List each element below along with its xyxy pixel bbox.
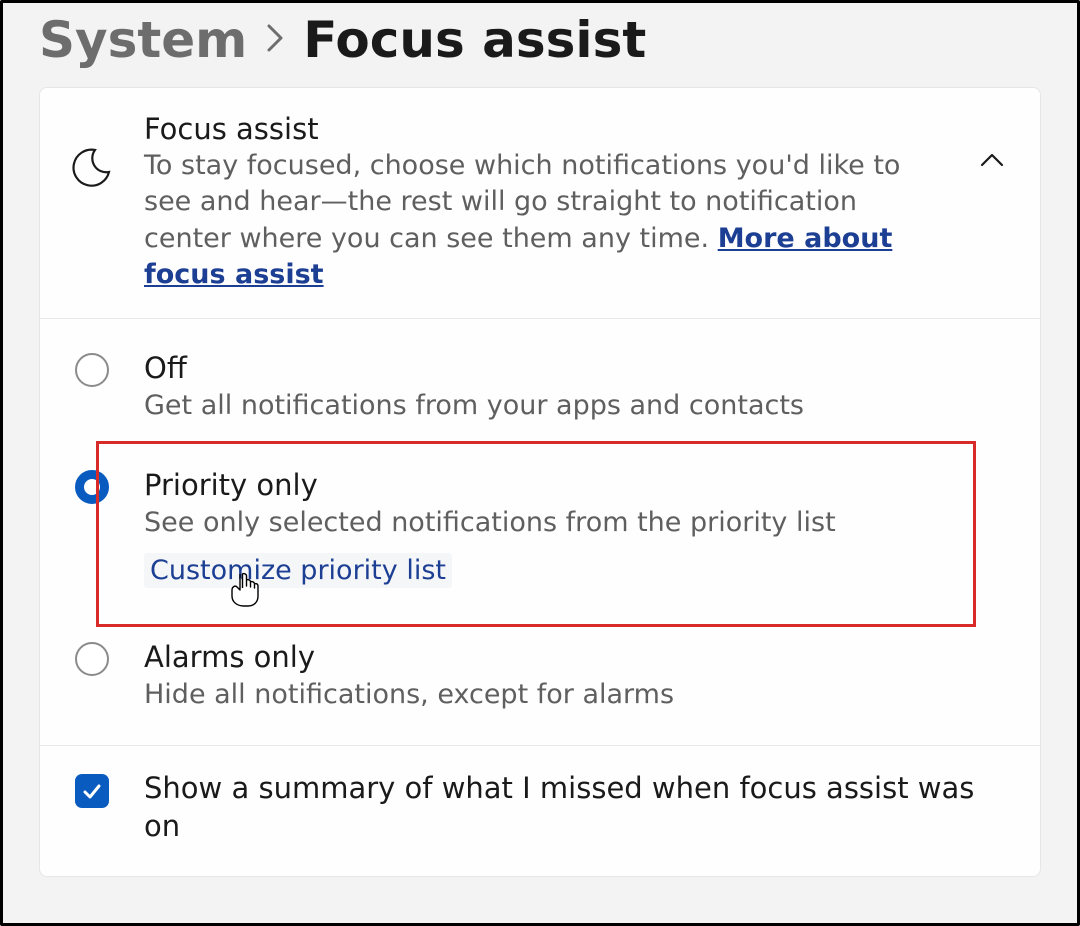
- option-title: Off: [144, 351, 1016, 386]
- page-title: Focus assist: [303, 11, 646, 69]
- summary-row[interactable]: Show a summary of what I missed when foc…: [40, 745, 1040, 875]
- radio-priority-only[interactable]: [75, 470, 109, 504]
- option-alarms-only[interactable]: Alarms only Hide all notifications, exce…: [40, 618, 1040, 735]
- section-description: To stay focused, choose which notificati…: [144, 148, 944, 294]
- option-description: See only selected notifications from the…: [144, 505, 1016, 541]
- option-off[interactable]: Off Get all notifications from your apps…: [40, 329, 1040, 446]
- option-priority-only[interactable]: Priority only See only selected notifica…: [40, 446, 1040, 618]
- options-group: Off Get all notifications from your apps…: [40, 319, 1040, 746]
- breadcrumb: System Focus assist: [11, 11, 1069, 87]
- summary-label: Show a summary of what I missed when foc…: [144, 770, 1016, 845]
- option-title: Alarms only: [144, 640, 1016, 675]
- radio-off[interactable]: [75, 353, 109, 387]
- chevron-up-icon[interactable]: [968, 112, 1016, 168]
- breadcrumb-parent[interactable]: System: [39, 11, 247, 69]
- moon-icon: [64, 112, 120, 188]
- radio-alarms-only[interactable]: [75, 642, 109, 676]
- section-title: Focus assist: [144, 112, 944, 146]
- check-icon: [81, 780, 103, 802]
- option-description: Hide all notifications, except for alarm…: [144, 677, 1016, 713]
- option-description: Get all notifications from your apps and…: [144, 388, 1016, 424]
- customize-priority-list-link[interactable]: Customize priority list: [144, 553, 452, 588]
- focus-assist-card: Focus assist To stay focused, choose whi…: [39, 87, 1041, 877]
- chevron-right-icon: [265, 17, 285, 63]
- option-title: Priority only: [144, 468, 1016, 503]
- summary-checkbox[interactable]: [75, 774, 109, 808]
- focus-assist-header[interactable]: Focus assist To stay focused, choose whi…: [40, 88, 1040, 319]
